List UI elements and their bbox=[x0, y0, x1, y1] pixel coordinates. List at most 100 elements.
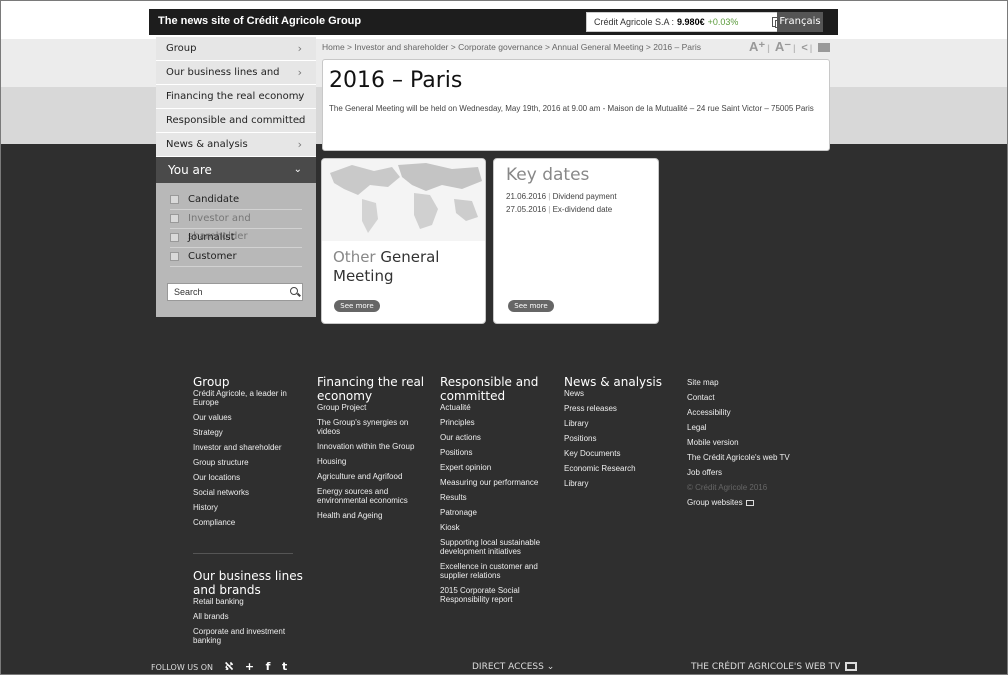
top-bar-inner: The news site of Crédit Agricole Group C… bbox=[149, 9, 838, 35]
footer-link[interactable]: Group Project bbox=[317, 403, 425, 412]
footer-link[interactable]: Patronage bbox=[440, 508, 552, 517]
footer-heading[interactable]: Financing the real economy bbox=[317, 375, 425, 403]
sidebar-item-financing[interactable]: Financing the real economy › bbox=[156, 85, 316, 109]
footer-link[interactable]: Positions bbox=[440, 448, 552, 457]
footer-link[interactable]: Economic Research bbox=[564, 464, 666, 473]
footer-link[interactable]: Retail banking bbox=[193, 597, 303, 606]
footer-heading[interactable]: Our business lines and brands bbox=[193, 569, 303, 597]
sidebar-item-business-lines[interactable]: Our business lines and brands› bbox=[156, 61, 316, 102]
footer-link[interactable]: Innovation within the Group bbox=[317, 442, 425, 451]
date-label: Dividend payment bbox=[552, 192, 617, 201]
page-tools: A⁺ | A⁻ | < | bbox=[749, 39, 832, 55]
chevron-right-icon: › bbox=[297, 138, 302, 151]
footer-link[interactable]: Energy sources and environmental economi… bbox=[317, 487, 425, 505]
footer-link[interactable]: Social networks bbox=[193, 488, 303, 497]
group-websites-link[interactable]: Group websites bbox=[687, 498, 797, 507]
profile-investor[interactable]: Investor and shareholder bbox=[170, 210, 302, 242]
footer-link[interactable]: Health and Ageing bbox=[317, 511, 425, 520]
footer-link[interactable]: Measuring our performance bbox=[440, 478, 552, 487]
print-icon[interactable] bbox=[817, 43, 830, 53]
footer-heading[interactable]: News & analysis bbox=[564, 375, 666, 389]
page-frame: The news site of Crédit Agricole Group C… bbox=[0, 0, 1008, 675]
footer-link[interactable]: Legal bbox=[687, 423, 797, 432]
footer-link[interactable]: Results bbox=[440, 493, 552, 502]
chevron-right-icon: › bbox=[297, 114, 302, 127]
footer-link[interactable]: Library bbox=[564, 419, 666, 428]
google-plus-icon[interactable]: + bbox=[245, 659, 254, 674]
footer-link[interactable]: Supporting local sustainable development… bbox=[440, 538, 552, 556]
sidebar: Group › Our business lines and brands› Fi… bbox=[156, 37, 316, 317]
share-icon[interactable]: < bbox=[801, 42, 807, 54]
other-meeting-card[interactable]: Other General Meeting See more bbox=[321, 158, 486, 324]
profile-list: Candidate Investor and shareholder Journ… bbox=[156, 183, 316, 275]
breadcrumb[interactable]: Home > Investor and shareholder > Corpor… bbox=[322, 42, 701, 52]
font-decrease-icon[interactable]: A⁻ bbox=[775, 39, 791, 54]
site-title[interactable]: The news site of Crédit Agricole Group bbox=[158, 15, 361, 27]
footer-link[interactable]: Compliance bbox=[193, 518, 303, 527]
twitter-icon[interactable]: t bbox=[282, 659, 287, 674]
footer-link[interactable]: Strategy bbox=[193, 428, 303, 437]
footer-link[interactable]: Positions bbox=[564, 434, 666, 443]
footer-link[interactable]: Group structure bbox=[193, 458, 303, 467]
chevron-right-icon: › bbox=[297, 66, 302, 79]
footer-link[interactable]: Investor and shareholder bbox=[193, 443, 303, 452]
stock-price: 9.980€ bbox=[677, 17, 705, 27]
sidebar-item-group[interactable]: Group › bbox=[156, 37, 316, 61]
footer-link[interactable]: Principles bbox=[440, 418, 552, 427]
footer-link[interactable]: Corporate and investment banking bbox=[193, 627, 303, 645]
footer-link[interactable]: Actualité bbox=[440, 403, 552, 412]
footer-link[interactable]: Kiosk bbox=[440, 523, 552, 532]
see-more-button[interactable]: See more bbox=[508, 300, 554, 312]
bottom-bar: FOLLOW US ON ℵ + f t DIRECT ACCESS ⌄ THE… bbox=[1, 659, 1007, 674]
footer-link[interactable]: Expert opinion bbox=[440, 463, 552, 472]
font-increase-icon[interactable]: A⁺ bbox=[749, 39, 765, 54]
chevron-right-icon: › bbox=[297, 90, 302, 103]
search-input[interactable]: Search bbox=[167, 283, 303, 301]
footer-link[interactable]: Accessibility bbox=[687, 408, 797, 417]
group-websites-label: Group websites bbox=[687, 498, 743, 507]
direct-access-toggle[interactable]: DIRECT ACCESS ⌄ bbox=[472, 659, 554, 674]
key-dates-card[interactable]: Key dates 21.06.2016 | Dividend payment … bbox=[493, 158, 659, 324]
footer-link[interactable]: News bbox=[564, 389, 666, 398]
footer-link[interactable]: All brands bbox=[193, 612, 303, 621]
footer-link[interactable]: Our actions bbox=[440, 433, 552, 442]
footer-link[interactable]: 2015 Corporate Social Responsibility rep… bbox=[440, 586, 552, 604]
other-meeting-title: Other General Meeting bbox=[333, 248, 485, 286]
profile-customer[interactable]: Customer bbox=[170, 248, 302, 267]
footer-link[interactable]: The Group's synergies on videos bbox=[317, 418, 425, 436]
search-zone: Search bbox=[156, 275, 316, 317]
see-more-button[interactable]: See more bbox=[334, 300, 380, 312]
stock-ticker: Crédit Agricole S.A :9.980€ +0.03% bbox=[586, 12, 791, 32]
you-are-toggle[interactable]: You are ⌄ bbox=[156, 157, 316, 183]
sidebar-item-label: Responsible and committed bbox=[166, 115, 306, 126]
footer-link[interactable]: Excellence in customer and supplier rela… bbox=[440, 562, 552, 580]
footer-link[interactable]: The Crédit Agricole's web TV bbox=[687, 453, 797, 462]
footer-link[interactable]: Press releases bbox=[564, 404, 666, 413]
profile-label: Candidate bbox=[188, 194, 240, 205]
footer-link[interactable]: Crédit Agricole, a leader in Europe bbox=[193, 389, 303, 407]
rss-icon[interactable]: ℵ bbox=[225, 659, 234, 674]
footer-link[interactable]: Our locations bbox=[193, 473, 303, 482]
footer-link[interactable]: Housing bbox=[317, 457, 425, 466]
footer-link[interactable]: Library bbox=[564, 479, 666, 488]
profile-journalist[interactable]: Journalist bbox=[170, 229, 302, 248]
footer-link[interactable]: Contact bbox=[687, 393, 797, 402]
profile-label: Customer bbox=[188, 251, 237, 262]
footer-heading[interactable]: Responsible and committed bbox=[440, 375, 552, 403]
footer-link[interactable]: Our values bbox=[193, 413, 303, 422]
sidebar-item-news[interactable]: News & analysis › bbox=[156, 133, 316, 157]
stock-change: +0.03% bbox=[707, 17, 739, 27]
web-tv-link[interactable]: THE CRÉDIT AGRICOLE'S WEB TV bbox=[691, 659, 858, 674]
footer-link[interactable]: History bbox=[193, 503, 303, 512]
footer-link[interactable]: Site map bbox=[687, 378, 797, 387]
facebook-icon[interactable]: f bbox=[266, 659, 271, 674]
language-button[interactable]: Français bbox=[777, 12, 823, 32]
footer-link[interactable]: Agriculture and Agrifood bbox=[317, 472, 425, 481]
sidebar-item-responsible[interactable]: Responsible and committed › bbox=[156, 109, 316, 133]
footer-link[interactable]: Key Documents bbox=[564, 449, 666, 458]
footer-heading[interactable]: Group bbox=[193, 375, 303, 389]
footer-link[interactable]: Mobile version bbox=[687, 438, 797, 447]
footer-link[interactable]: Job offers bbox=[687, 468, 797, 477]
profile-candidate[interactable]: Candidate bbox=[170, 191, 302, 210]
search-icon[interactable] bbox=[290, 287, 298, 295]
